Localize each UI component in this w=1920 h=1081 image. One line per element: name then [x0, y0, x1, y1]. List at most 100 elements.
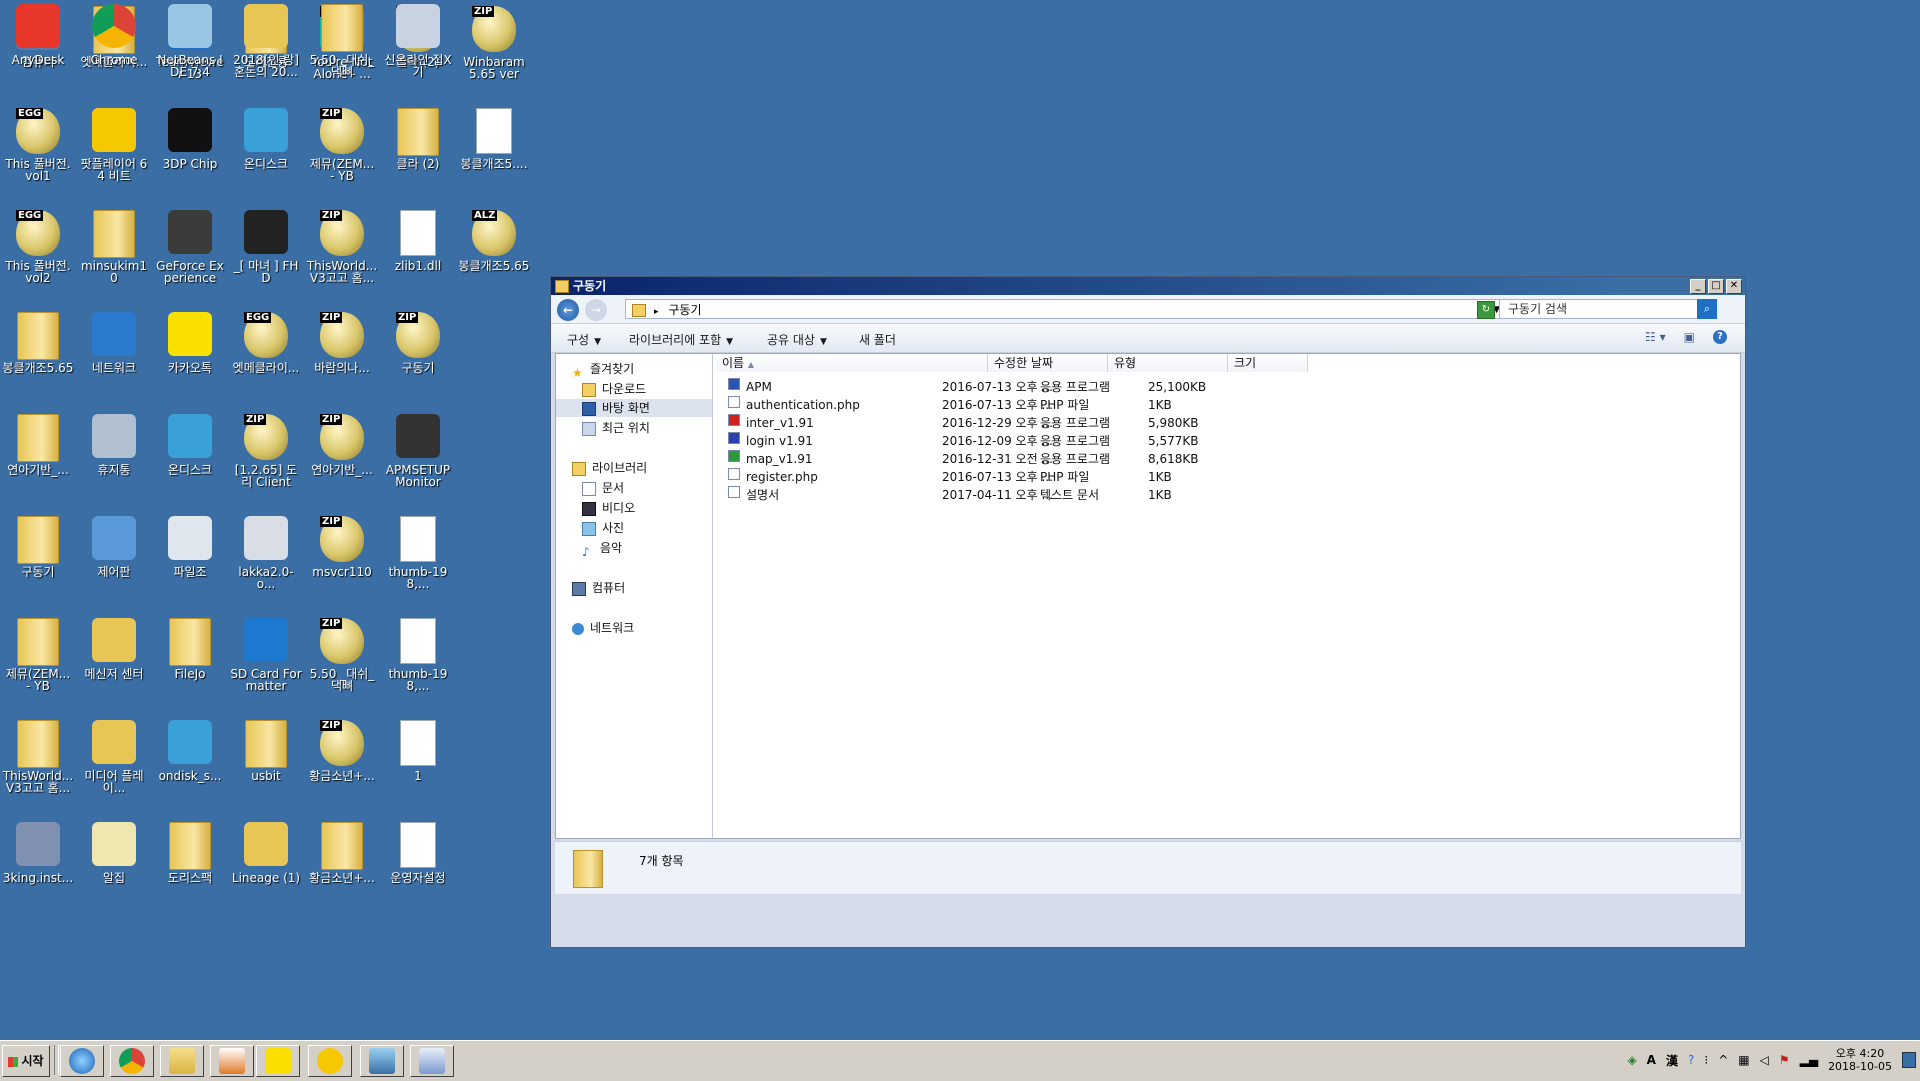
desktop-icon-item[interactable]: ZIP msvcr110: [304, 512, 380, 578]
taskbar-kakaotalk[interactable]: [256, 1045, 300, 1077]
taskbar-photo[interactable]: [360, 1045, 404, 1077]
desktop-icon-item[interactable]: ZIP 5.50 _대쉬_댁뼈: [304, 614, 380, 692]
desktop-icon-item[interactable]: ZIP 바람의나...: [304, 308, 380, 374]
desktop-icon-item[interactable]: 온디스크: [152, 410, 228, 476]
file-row[interactable]: 설명서 2017-04-11 오후 ... 텍스트 문서 1KB: [716, 486, 1616, 504]
volume-icon[interactable]: ◁: [1760, 1053, 1769, 1067]
show-desktop-icon[interactable]: [1902, 1052, 1916, 1068]
help-icon[interactable]: ?: [1713, 330, 1727, 344]
ime-options-icon[interactable]: ⁝: [1704, 1053, 1708, 1067]
file-row[interactable]: APM 2016-07-13 오후 ... 응용 프로그램 25,100KB: [716, 378, 1616, 396]
file-row[interactable]: inter_v1.91 2016-12-29 오후 ... 응용 프로그램 5,980…: [716, 414, 1616, 432]
ime-mode[interactable]: A: [1647, 1053, 1656, 1067]
desktop-icon-item[interactable]: thumb-198,...: [380, 512, 456, 590]
desktop-icon-item[interactable]: 미디어 플레이...: [76, 716, 152, 794]
help-icon[interactable]: ?: [1688, 1053, 1694, 1067]
maximize-button[interactable]: □: [1708, 279, 1724, 294]
column-header-size[interactable]: 크기: [1228, 354, 1308, 372]
desktop-icon-item[interactable]: Lineage (1): [228, 818, 304, 884]
file-row[interactable]: authentication.php 2016-07-13 오후 ... PHP 파…: [716, 396, 1616, 414]
nav-libraries[interactable]: 라이브러리: [556, 459, 728, 477]
desktop-icon-item[interactable]: 3DP Chip: [152, 104, 228, 170]
file-row[interactable]: register.php 2016-07-13 오후 ... PHP 파일 1KB: [716, 468, 1616, 486]
desktop-icon-item[interactable]: 3king.inst...: [0, 818, 76, 884]
desktop-icon-item[interactable]: 5.50 _대쉬_댁뼈: [304, 0, 380, 78]
desktop-icon-item[interactable]: usbit: [228, 716, 304, 782]
taskbar-paint[interactable]: [410, 1045, 454, 1077]
nav-desktop[interactable]: 바탕 화면: [556, 399, 712, 417]
desktop-icon-item[interactable]: ZIP 구동기: [380, 308, 456, 374]
minimize-button[interactable]: _: [1690, 279, 1706, 294]
nav-videos[interactable]: 비디오: [556, 499, 738, 517]
desktop-icon-item[interactable]: 봉클개조5....: [456, 104, 532, 170]
desktop-icon-item[interactable]: 클라 (2): [380, 104, 456, 170]
desktop-icon-item[interactable]: ZIP 연아기반_...: [304, 410, 380, 476]
breadcrumb[interactable]: 구동기: [668, 303, 701, 317]
nav-recent[interactable]: 최근 위치: [556, 419, 738, 437]
nav-music[interactable]: ♪ 음악: [556, 539, 738, 559]
desktop-icon-item[interactable]: thumb-198,...: [380, 614, 456, 692]
desktop-icon-item[interactable]: 제뮤(ZEM... - YB: [0, 614, 76, 692]
column-header-type[interactable]: 유형: [1108, 354, 1228, 372]
desktop-icon-item[interactable]: 알집: [76, 818, 152, 884]
desktop-icon-item[interactable]: ZIP ThisWorld... V3고고 홈...: [304, 206, 380, 284]
nav-downloads[interactable]: 다운로드: [556, 380, 738, 398]
desktop-icon-item[interactable]: EGG This 풀버전.vol1: [0, 104, 76, 182]
file-row[interactable]: login v1.91 2016-12-09 오후 ... 응용 프로그램 5,577…: [716, 432, 1616, 450]
desktop-icon-item[interactable]: GeForce Experience: [152, 206, 228, 284]
file-row[interactable]: map_v1.91 2016-12-31 오전 ... 응용 프로그램 8,618KB: [716, 450, 1616, 468]
address-bar[interactable]: ▸ 구동기 ▼: [625, 299, 1505, 319]
desktop-icon-item[interactable]: zlib1.dll: [380, 206, 456, 272]
search-input[interactable]: 구동기 검색 ⌕: [1499, 299, 1717, 319]
forward-button[interactable]: →: [585, 299, 607, 321]
explorer-window[interactable]: 구동기 _ □ ✕ ← → ▸ 구동기 ▼ ↻ 구동기 검색 ⌕ 구성 ▼ 라이브…: [550, 276, 1746, 948]
taskbar-potplayer[interactable]: [308, 1045, 352, 1077]
desktop-icon-item[interactable]: ZIP Winbaram 5.65 ver: [456, 2, 532, 80]
column-header-modified[interactable]: 수정한 날짜: [988, 354, 1108, 372]
desktop-icon-item[interactable]: 메신저 센터: [76, 614, 152, 680]
nav-network[interactable]: 네트워크: [556, 619, 728, 637]
desktop-icon-item[interactable]: FileJo: [152, 614, 228, 680]
desktop-icon-item[interactable]: 팟플레이어 64 비트: [76, 104, 152, 182]
nav-favorites[interactable]: ★ 즐겨찾기: [556, 360, 728, 380]
nav-pictures[interactable]: 사진: [556, 519, 738, 537]
preview-pane-icon[interactable]: ▣: [1684, 330, 1695, 344]
desktop-icon-item[interactable]: SD Card Formatter: [228, 614, 304, 692]
desktop-icon-item[interactable]: 황금소년+...: [304, 818, 380, 884]
tray-expand-icon[interactable]: ^: [1718, 1053, 1728, 1067]
signal-icon[interactable]: ▂▄: [1800, 1053, 1818, 1067]
window-titlebar[interactable]: 구동기 _ □ ✕: [551, 277, 1745, 295]
desktop-icon-item[interactable]: EGG This 풀버전.vol2: [0, 206, 76, 284]
breadcrumb-chevron-icon[interactable]: ▸: [654, 307, 659, 317]
nav-documents[interactable]: 문서: [556, 479, 738, 497]
language-bar-icon[interactable]: ◈: [1627, 1053, 1636, 1067]
taskbar-ie[interactable]: [60, 1045, 104, 1077]
desktop-icon-item[interactable]: ThisWorld... V3고고 홈...: [0, 716, 76, 794]
desktop-icon-item[interactable]: 신온라인 접X기: [380, 0, 456, 78]
ime-hanja[interactable]: 漢: [1666, 1052, 1678, 1069]
desktop-icon-item[interactable]: ZIP 제뮤(ZEM... - YB: [304, 104, 380, 182]
desktop-icon-item[interactable]: ALZ 봉클개조5.65: [456, 206, 532, 272]
close-button[interactable]: ✕: [1726, 279, 1742, 294]
desktop-icon-item[interactable]: lakka2.0-o...: [228, 512, 304, 590]
desktop-icon-item[interactable]: EGG 엣메클라이...: [228, 308, 304, 374]
desktop-icon-item[interactable]: Chrome: [76, 0, 152, 66]
desktop-icon-item[interactable]: 운영자설정: [380, 818, 456, 884]
taskbar-media[interactable]: [210, 1045, 254, 1077]
desktop-icon-item[interactable]: 네트워크: [76, 308, 152, 374]
desktop-icon-item[interactable]: 휴지통: [76, 410, 152, 476]
refresh-icon[interactable]: ↻: [1477, 301, 1495, 319]
search-icon[interactable]: ⌕: [1697, 299, 1717, 319]
desktop-icon-item[interactable]: 봉클개조5.65: [0, 308, 76, 374]
desktop-icon-item[interactable]: 연아기반_...: [0, 410, 76, 476]
desktop-icon-item[interactable]: AnyDesk: [0, 0, 76, 66]
organize-button[interactable]: 구성 ▼: [567, 331, 601, 348]
share-with-button[interactable]: 공유 대상 ▼: [767, 331, 827, 348]
action-center-icon[interactable]: ⚑: [1779, 1053, 1790, 1067]
desktop-icon-item[interactable]: 파일조: [152, 512, 228, 578]
column-header-name[interactable]: 이름 ▲: [716, 354, 988, 372]
desktop-icon-item[interactable]: 2018[인.랑] 혼돈의 20...: [228, 0, 304, 78]
desktop-icon-item[interactable]: ZIP [1.2.65] 도리 Client: [228, 410, 304, 488]
desktop-icon-item[interactable]: 도리스팩: [152, 818, 228, 884]
back-button[interactable]: ←: [557, 299, 579, 321]
